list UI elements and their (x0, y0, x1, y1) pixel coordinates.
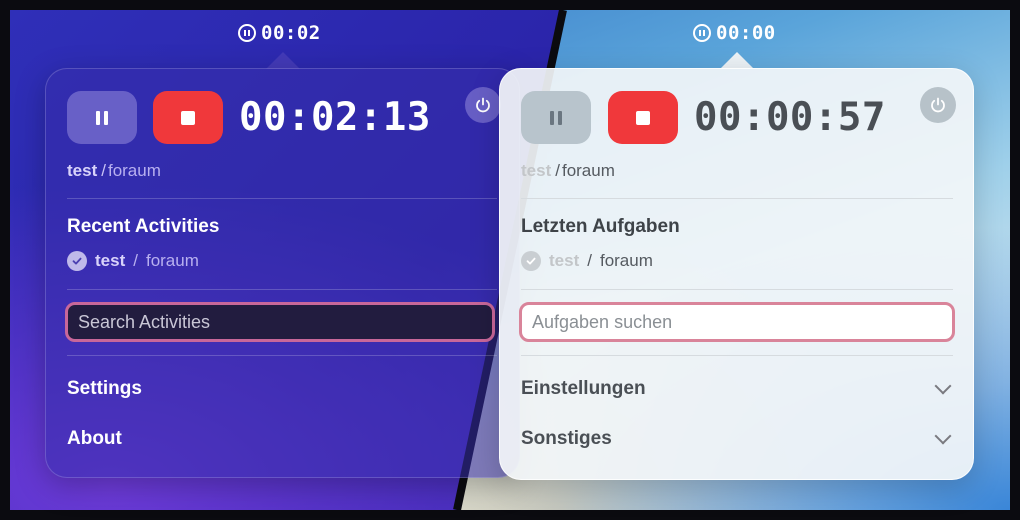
pause-circle-icon (693, 24, 711, 42)
menubar-timer-text: 00:00 (716, 22, 776, 44)
menu-item-label: Sonstiges (521, 428, 612, 449)
stop-button[interactable] (153, 91, 223, 144)
power-button[interactable] (920, 87, 956, 123)
current-task: test (521, 161, 552, 180)
separator: / (587, 251, 592, 270)
recent-project: foraum (599, 251, 653, 270)
divider (521, 289, 953, 290)
pause-circle-icon (238, 24, 256, 42)
chevron-down-icon (934, 377, 952, 395)
pause-icon (96, 110, 108, 125)
divider (67, 198, 497, 199)
menubar-timer-light[interactable]: 00:00 (693, 22, 776, 44)
pause-button[interactable] (521, 91, 591, 144)
menu-item-other[interactable]: Sonstiges (521, 427, 952, 450)
elapsed-timer: 00:02:13 (239, 95, 431, 140)
comparison-canvas: 00:02 00:00 00:02:13 test / foraum Recent … (0, 0, 1020, 520)
current-task: test (67, 161, 98, 180)
checkmark-circle-icon (67, 251, 87, 271)
recent-task: test (549, 251, 580, 270)
menubar-timer-dark[interactable]: 00:02 (238, 22, 321, 44)
divider (521, 355, 953, 356)
stop-button[interactable] (608, 91, 678, 144)
search-input[interactable]: Aufgaben suchen (519, 302, 955, 342)
pause-icon (550, 110, 562, 125)
chevron-down-icon (934, 427, 952, 445)
timer-popover-dark: 00:02:13 test / foraum Recent Activities t… (45, 68, 520, 478)
recent-project: foraum (145, 251, 199, 270)
recent-activity-item[interactable]: test / foraum (67, 251, 199, 271)
current-activity: test / foraum (67, 161, 161, 181)
menu-item-label: About (67, 428, 122, 449)
search-input[interactable]: Search Activities (65, 302, 495, 342)
menu-item-label: Einstellungen (521, 378, 646, 399)
current-project: foraum (107, 161, 161, 180)
recent-task: test (95, 251, 126, 270)
menu-item-settings[interactable]: Einstellungen (521, 377, 952, 400)
popover-arrow (720, 52, 754, 69)
menu-item-label: Settings (67, 378, 142, 399)
separator: / (555, 161, 560, 180)
power-icon (931, 97, 945, 113)
checkmark-circle-icon (521, 251, 541, 271)
recent-activities-title: Letzten Aufgaben (521, 216, 680, 237)
stop-icon (636, 110, 650, 125)
separator: / (101, 161, 106, 180)
power-icon (476, 97, 490, 113)
recent-activities-title: Recent Activities (67, 216, 220, 237)
separator: / (133, 251, 138, 270)
stop-icon (181, 110, 195, 125)
menu-item-settings[interactable]: Settings (67, 378, 497, 400)
popover-arrow (266, 52, 300, 69)
divider (67, 355, 497, 356)
menubar-timer-text: 00:02 (261, 22, 321, 44)
elapsed-timer: 00:00:57 (694, 95, 886, 140)
current-project: foraum (561, 161, 615, 180)
menu-item-about[interactable]: About (67, 428, 497, 450)
timer-popover-light: 00:00:57 test / foraum Letzten Aufgaben te… (499, 68, 974, 480)
power-button[interactable] (465, 87, 501, 123)
recent-activity-item[interactable]: test / foraum (521, 251, 653, 271)
pause-button[interactable] (67, 91, 137, 144)
divider (521, 198, 953, 199)
divider (67, 289, 497, 290)
current-activity: test / foraum (521, 161, 615, 181)
